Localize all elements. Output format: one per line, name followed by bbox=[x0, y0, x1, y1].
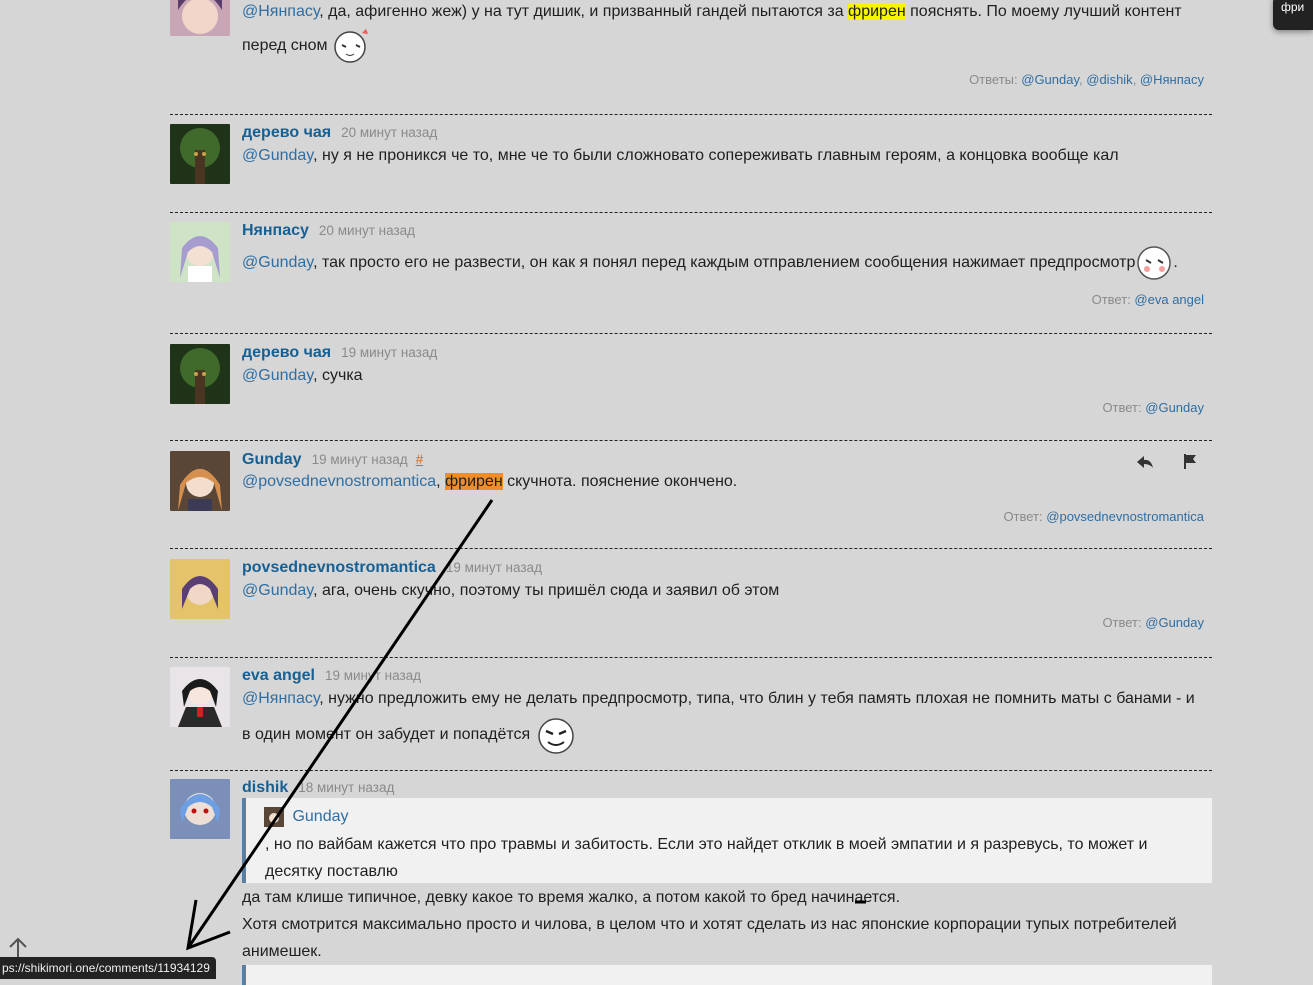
quote-avatar[interactable] bbox=[264, 806, 284, 827]
comment-body: да там клише типичное, девку какое то вр… bbox=[242, 889, 1177, 960]
timestamp[interactable]: 19 минут назад bbox=[341, 345, 437, 360]
reply-user-link[interactable]: @Gunday bbox=[1021, 72, 1079, 87]
reply-user-link[interactable]: @Gunday bbox=[1145, 615, 1204, 630]
reply-user-link[interactable]: @Нянпасу bbox=[1140, 72, 1204, 87]
quote-text: , но по вайбам кажется что про травмы и … bbox=[265, 836, 1148, 880]
comment-body: @Gunday, сучка bbox=[242, 367, 363, 384]
highlighted-text: фрирен bbox=[445, 473, 503, 490]
comment-separator bbox=[170, 440, 1212, 441]
comment-body: @Gunday, ага, очень скучно, поэтому ты п… bbox=[242, 582, 780, 599]
notification-toast[interactable]: фри bbox=[1273, 0, 1313, 30]
comment-separator bbox=[170, 770, 1212, 771]
timestamp[interactable]: 19 минут назад bbox=[312, 452, 408, 467]
replies-line: Ответ: @eva angel bbox=[1091, 292, 1204, 307]
mention-link[interactable]: @povsednevnostromantica bbox=[242, 473, 436, 490]
quote-block bbox=[242, 965, 1212, 985]
statusbar-url: ps://shikimori.one/comments/11934129 bbox=[2, 961, 210, 975]
quote-block: Gunday , но по вайбам кажется что про тр… bbox=[242, 798, 1212, 883]
replies-line: Ответ: @povsednevnostromantica bbox=[1003, 509, 1204, 524]
comment-header: Нянпасу 20 минут назад bbox=[242, 222, 415, 240]
avatar[interactable] bbox=[170, 222, 230, 282]
replies-line: Ответы: @Gunday, @dishik, @Нянпасу bbox=[969, 72, 1204, 87]
mention-link[interactable]: @Нянпасу bbox=[242, 690, 319, 707]
avatar[interactable] bbox=[170, 0, 230, 36]
comment-separator bbox=[170, 548, 1212, 549]
mention-link[interactable]: @Gunday bbox=[242, 367, 313, 384]
author-link[interactable]: Нянпасу bbox=[242, 222, 309, 239]
replies-line: Ответ: @Gunday bbox=[1102, 400, 1204, 415]
mention-link[interactable]: @Нянпасу bbox=[242, 3, 319, 20]
avatar[interactable] bbox=[170, 124, 230, 184]
sticker-icon bbox=[535, 714, 577, 756]
quote-author-link[interactable]: Gunday bbox=[292, 808, 348, 825]
reply-user-link[interactable]: @Gunday bbox=[1145, 400, 1204, 415]
mention-link[interactable]: @Gunday bbox=[242, 147, 313, 164]
scroll-up-icon[interactable] bbox=[6, 935, 30, 959]
comment-body: @Gunday, ну я не проникся че то, мне че … bbox=[242, 147, 1119, 164]
highlighted-text: фрирен bbox=[848, 3, 906, 20]
avatar[interactable] bbox=[170, 779, 230, 839]
comment-body: @povsednevnostromantica, фрирен скучнота… bbox=[242, 473, 738, 490]
timestamp[interactable]: 19 минут назад bbox=[325, 668, 421, 683]
timestamp[interactable]: 18 минут назад bbox=[298, 780, 394, 795]
sticker-icon bbox=[332, 27, 370, 65]
avatar[interactable] bbox=[170, 451, 230, 511]
author-link[interactable]: дерево чая bbox=[242, 344, 331, 361]
author-link[interactable]: povsednevnostromantica bbox=[242, 559, 436, 576]
timestamp[interactable]: 20 минут назад bbox=[319, 223, 415, 238]
timestamp[interactable]: 20 минут назад bbox=[341, 125, 437, 140]
mention-link[interactable]: @Gunday bbox=[242, 254, 313, 271]
comment-body: @Нянпасу, да, афигенно жеж) у на тут диш… bbox=[242, 0, 1214, 65]
comment-body: @Gunday, так просто его не развести, он … bbox=[242, 244, 1214, 282]
sticker-icon bbox=[1135, 244, 1173, 282]
reply-user-link[interactable]: @povsednevnostromantica bbox=[1046, 509, 1204, 524]
avatar[interactable] bbox=[170, 344, 230, 404]
comment-separator bbox=[170, 657, 1212, 658]
replies-line: Ответ: @Gunday bbox=[1102, 615, 1204, 630]
avatar[interactable] bbox=[170, 667, 230, 727]
browser-statusbar: ps://shikimori.one/comments/11934129 bbox=[0, 957, 216, 979]
avatar[interactable] bbox=[170, 559, 230, 619]
permalink-link[interactable]: # bbox=[416, 452, 424, 467]
reply-user-link[interactable]: @dishik bbox=[1086, 72, 1132, 87]
quote-header: Gunday bbox=[264, 803, 349, 830]
mention-link[interactable]: @Gunday bbox=[242, 582, 313, 599]
comment-separator bbox=[170, 212, 1212, 213]
comment-separator bbox=[170, 114, 1212, 115]
reply-user-link[interactable]: @eva angel bbox=[1134, 292, 1204, 307]
toast-text: фри bbox=[1281, 0, 1305, 14]
author-link[interactable]: eva angel bbox=[242, 667, 315, 684]
comment-separator bbox=[170, 333, 1212, 334]
author-link[interactable]: dishik bbox=[242, 779, 288, 796]
timestamp[interactable]: 19 минут назад bbox=[446, 560, 542, 575]
comment-header: dishik 18 минут назад bbox=[242, 779, 394, 797]
comment-body: @Нянпасу, нужно предложить ему не делать… bbox=[242, 683, 1214, 756]
author-link[interactable]: дерево чая bbox=[242, 124, 331, 141]
